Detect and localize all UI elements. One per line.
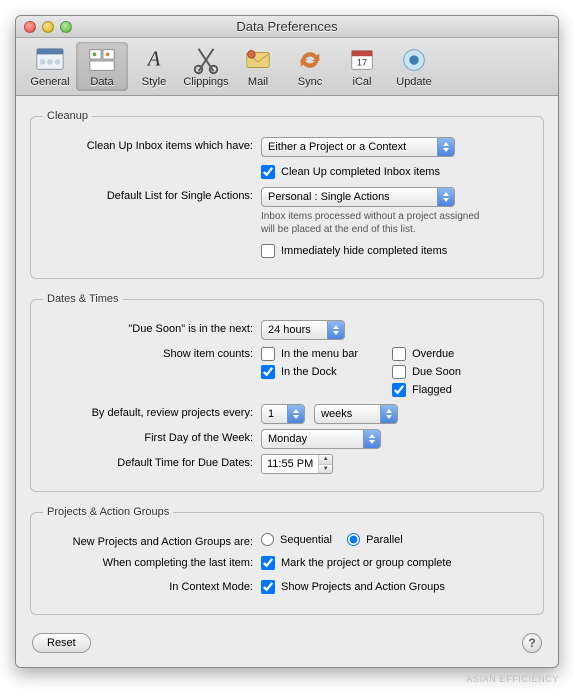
update-icon — [398, 44, 430, 76]
toolbar-style[interactable]: A Style — [128, 42, 180, 91]
review-unit-select[interactable]: weeks — [314, 404, 398, 424]
toolbar-ical[interactable]: 17 iCal — [336, 42, 388, 91]
cleanup-which-select[interactable]: Either a Project or a Context — [261, 137, 455, 157]
context-mode-label: In Context Mode: — [43, 578, 253, 593]
dates-legend: Dates & Times — [43, 293, 123, 305]
parallel-radio[interactable]: Parallel — [347, 533, 403, 546]
toolbar-mail[interactable]: Mail — [232, 42, 284, 91]
default-time-input[interactable]: 11:55 PM ▲▼ — [261, 454, 333, 474]
preferences-toolbar: General Data A Style Clippings Mail — [16, 38, 558, 96]
preferences-window: Data Preferences General Data A Style Cl… — [15, 15, 559, 668]
mark-complete-checkbox[interactable]: Mark the project or group complete — [261, 556, 452, 570]
chevron-updown-icon — [437, 138, 454, 156]
watermark: ASIAN EFFICIENCY — [15, 674, 559, 684]
reset-button[interactable]: Reset — [32, 633, 91, 653]
show-counts-label: Show item counts: — [43, 345, 253, 360]
svg-text:17: 17 — [357, 58, 367, 68]
toolbar-update[interactable]: Update — [388, 42, 440, 91]
due-soon-select[interactable]: 24 hours — [261, 320, 345, 340]
help-button[interactable]: ? — [522, 633, 542, 653]
style-icon: A — [138, 44, 170, 76]
chevron-updown-icon — [363, 430, 380, 448]
dates-section: Dates & Times "Due Soon" is in the next:… — [30, 293, 544, 492]
cleanup-which-label: Clean Up Inbox items which have: — [43, 137, 253, 152]
toolbar-clippings[interactable]: Clippings — [180, 42, 232, 91]
new-projects-label: New Projects and Action Groups are: — [43, 533, 253, 548]
projects-section: Projects & Action Groups New Projects an… — [30, 506, 544, 615]
show-projects-checkbox[interactable]: Show Projects and Action Groups — [261, 580, 445, 594]
ical-icon: 17 — [346, 44, 378, 76]
default-list-label: Default List for Single Actions: — [43, 187, 253, 202]
window-controls — [24, 21, 72, 33]
first-day-label: First Day of the Week: — [43, 429, 253, 444]
close-icon[interactable] — [24, 21, 36, 33]
svg-text:A: A — [146, 49, 161, 71]
cleanup-completed-checkbox[interactable]: Clean Up completed Inbox items — [261, 165, 440, 179]
counts-overdue-checkbox[interactable]: Overdue — [392, 347, 461, 361]
review-number-select[interactable]: 1 — [261, 404, 305, 424]
default-list-help: Inbox items processed without a project … — [261, 211, 493, 236]
sync-icon — [294, 44, 326, 76]
content-area: Cleanup Clean Up Inbox items which have:… — [16, 96, 558, 667]
first-day-select[interactable]: Monday — [261, 429, 381, 449]
titlebar: Data Preferences — [16, 16, 558, 38]
counts-flagged-checkbox[interactable]: Flagged — [392, 383, 461, 397]
projects-legend: Projects & Action Groups — [43, 506, 173, 518]
time-stepper[interactable]: ▲▼ — [318, 455, 332, 473]
completing-last-label: When completing the last item: — [43, 554, 253, 569]
mail-icon — [242, 44, 274, 76]
counts-duesoon-checkbox[interactable]: Due Soon — [392, 365, 461, 379]
due-soon-label: "Due Soon" is in the next: — [43, 320, 253, 335]
cleanup-section: Cleanup Clean Up Inbox items which have:… — [30, 110, 544, 279]
counts-menubar-checkbox[interactable]: In the menu bar — [261, 347, 358, 361]
review-every-label: By default, review projects every: — [43, 404, 253, 419]
chevron-updown-icon — [327, 321, 344, 339]
toolbar-general[interactable]: General — [24, 42, 76, 91]
chevron-updown-icon — [287, 405, 304, 423]
default-list-select[interactable]: Personal : Single Actions — [261, 187, 455, 207]
minimize-icon[interactable] — [42, 21, 54, 33]
sequential-radio[interactable]: Sequential — [261, 533, 332, 546]
chevron-updown-icon — [380, 405, 397, 423]
default-time-label: Default Time for Due Dates: — [43, 454, 253, 469]
chevron-updown-icon — [437, 188, 454, 206]
cleanup-legend: Cleanup — [43, 110, 92, 122]
footer: Reset ? — [30, 629, 544, 653]
window-title: Data Preferences — [16, 19, 558, 34]
clippings-icon — [190, 44, 222, 76]
hide-completed-checkbox[interactable]: Immediately hide completed items — [261, 244, 447, 258]
toolbar-sync[interactable]: Sync — [284, 42, 336, 91]
toolbar-data[interactable]: Data — [76, 42, 128, 91]
counts-dock-checkbox[interactable]: In the Dock — [261, 365, 358, 379]
data-icon — [86, 44, 118, 76]
general-icon — [34, 44, 66, 76]
zoom-icon[interactable] — [60, 21, 72, 33]
